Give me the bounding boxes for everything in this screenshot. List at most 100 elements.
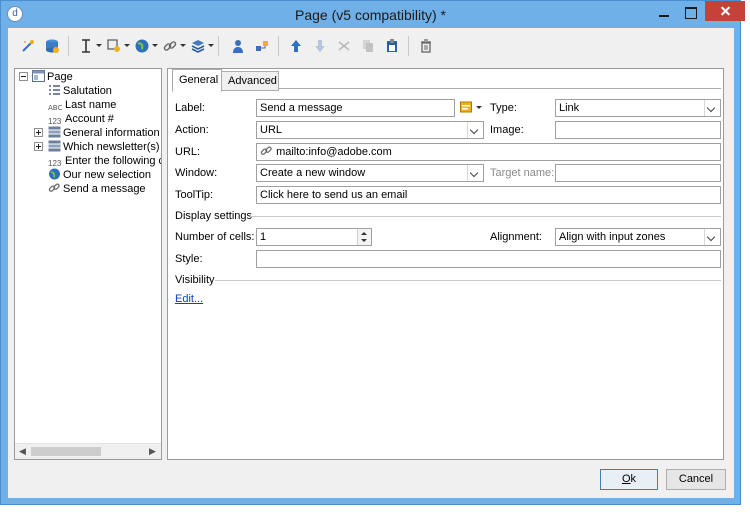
paste-icon[interactable] [384,38,400,54]
user-icon[interactable] [230,38,246,54]
action-value: URL [260,124,283,136]
insert-object-dropdown-icon[interactable] [124,44,130,47]
expand-general-information-toggle[interactable] [34,128,43,137]
layers-icon[interactable] [190,38,206,54]
web-dropdown-icon[interactable] [152,44,158,47]
move-up-icon[interactable] [288,38,304,54]
tree-item-newsletter[interactable]: Which newsletter(s) d [48,140,162,154]
url-value: mailto:info@adobe.com [276,146,392,158]
translation-dropdown-icon[interactable] [476,106,482,109]
tree-label: Salutation [63,85,112,97]
chevron-down-icon[interactable] [704,229,720,245]
tree-item-send-a-message[interactable]: Send a message [48,182,146,196]
tree-item-account[interactable]: 123 Account # [48,112,114,126]
edit-visibility-link[interactable]: Edit... [175,293,203,305]
tree-item-page[interactable]: Page [32,70,73,84]
cut-icon[interactable] [336,38,352,54]
page-icon [32,70,45,82]
stepper-arrows-icon[interactable] [357,229,371,245]
insert-field-icon[interactable] [78,38,94,54]
tree-label: Which newsletter(s) d [63,141,162,153]
close-button[interactable] [705,1,745,21]
dialog-window: d Page (v5 compatibility) * Page Salutat… [0,0,745,505]
cells-stepper[interactable]: 1 [256,228,372,246]
tree-label: Send a message [63,183,146,195]
tree-label: Page [47,71,73,83]
tree-item-general-information[interactable]: General information [48,126,160,140]
container-icon [48,140,61,152]
container-icon [48,126,61,138]
ok-button[interactable]: Ok [600,469,658,490]
chevron-down-icon[interactable] [467,165,483,181]
globe-icon [48,168,61,180]
action-select[interactable]: URL [256,121,484,139]
web-icon[interactable] [134,38,150,54]
tooltip-input[interactable]: Click here to send us an email [256,186,721,204]
window-title: Page (v5 compatibility) * [295,7,446,23]
ok-label: k [630,473,637,485]
maximize-button[interactable] [677,3,703,23]
type-caption: Type: [490,102,517,114]
insert-object-icon[interactable] [106,38,122,54]
copy-icon[interactable] [360,38,376,54]
label-input[interactable]: Send a message [256,99,455,117]
move-down-icon[interactable] [312,38,328,54]
translation-icon[interactable] [460,101,472,113]
visibility-heading: Visibility [175,274,215,286]
style-caption: Style: [175,253,203,265]
tree-horizontal-scrollbar[interactable]: ◀ ▶ [15,443,161,459]
database-icon[interactable] [44,38,60,54]
tab-advanced[interactable]: Advanced [221,71,279,91]
link-icon [48,182,61,194]
delete-icon[interactable] [418,38,434,54]
style-input[interactable] [256,250,721,268]
type-value: Link [559,102,580,114]
label-caption: Label: [175,102,205,114]
url-input[interactable]: mailto:info@adobe.com [256,143,721,161]
link-dropdown-icon[interactable] [180,44,186,47]
image-caption: Image: [490,124,524,136]
window-caption: Window: [175,167,218,179]
display-settings-heading: Display settings [175,210,253,222]
minimize-button[interactable] [651,3,677,23]
tree-item-last-name[interactable]: ABC Last name [48,98,116,112]
window-select[interactable]: Create a new window [256,164,484,182]
scrollbar-thumb[interactable] [31,447,101,456]
toolbar [8,28,734,62]
url-caption: URL: [175,146,201,158]
alignment-caption: Alignment: [490,231,542,243]
target-name-input[interactable] [555,164,721,182]
image-input[interactable] [555,121,721,139]
alignment-value: Align with input zones [559,231,666,243]
type-select[interactable]: Link [555,99,721,117]
tab-general[interactable]: General [172,69,222,92]
page-tree[interactable]: Page Salutation ABC Last name 123 Account … [14,68,162,460]
tree-label: Enter the following ch [65,155,162,167]
action-caption: Action: [175,124,209,136]
title-bar[interactable]: d Page (v5 compatibility) * [1,1,745,28]
tree-label: General information [63,127,160,139]
cancel-button[interactable]: Cancel [666,469,726,490]
scroll-right-icon[interactable]: ▶ [149,446,156,457]
window-value: Create a new window [260,167,366,179]
target-name-caption: Target name: [490,167,555,179]
chevron-down-icon[interactable] [467,122,483,138]
layers-dropdown-icon[interactable] [208,44,214,47]
expand-newsletter-toggle[interactable] [34,142,43,151]
alignment-select[interactable]: Align with input zones [555,228,721,246]
tree-item-salutation[interactable]: Salutation [48,84,112,98]
tree-label: Account # [65,113,114,125]
cells-caption: Number of cells: [175,231,255,243]
tree-item-enter-following[interactable]: 123 Enter the following ch [48,154,162,168]
wand-icon[interactable] [20,38,36,54]
collapse-page-toggle[interactable] [19,72,28,81]
scroll-left-icon[interactable]: ◀ [19,446,26,457]
chevron-down-icon[interactable] [704,100,720,116]
ok-accelerator: O [621,473,631,485]
tree-item-our-new-selection[interactable]: Our new selection [48,168,151,182]
tree-label: Last name [65,99,117,111]
workflow-icon[interactable] [254,38,270,54]
link-icon[interactable] [162,38,178,54]
list-icon [48,84,61,96]
insert-field-dropdown-icon[interactable] [96,44,102,47]
